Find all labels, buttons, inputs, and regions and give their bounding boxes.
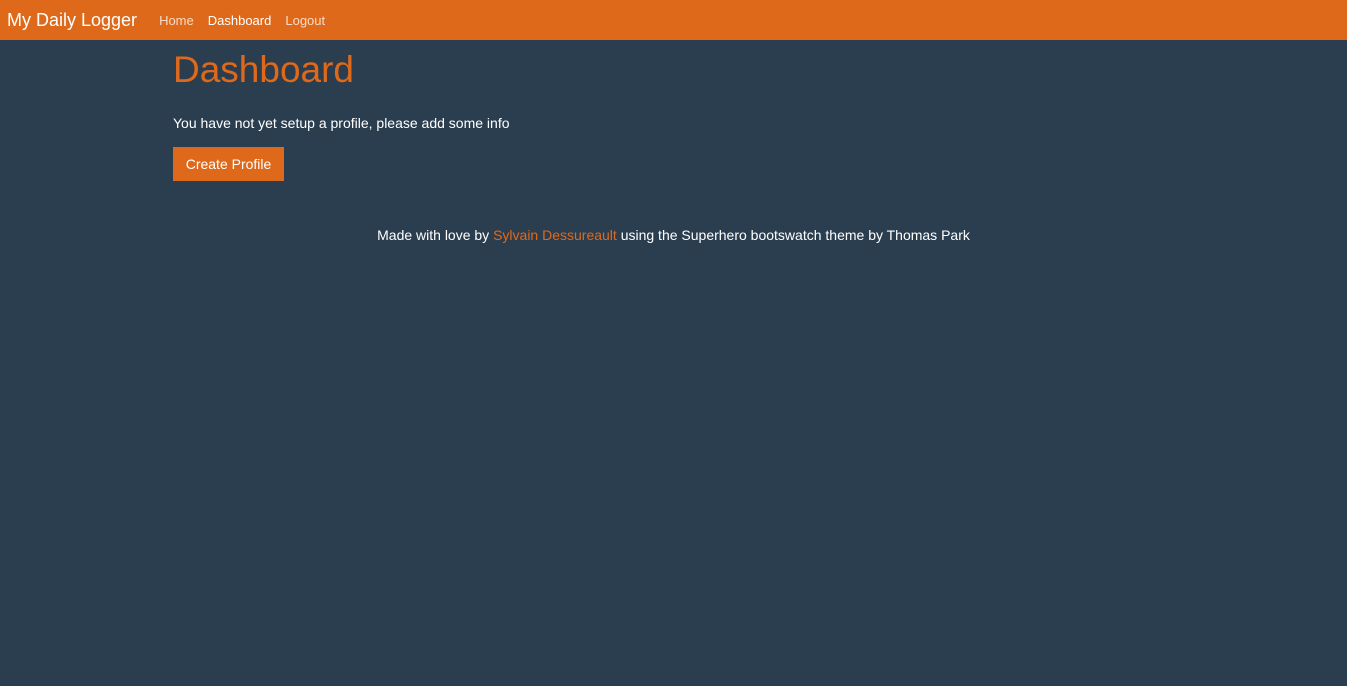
nav-dashboard-link[interactable]: Dashboard [201, 13, 279, 28]
nav-menu: Home Dashboard Logout [152, 13, 332, 28]
profile-missing-message: You have not yet setup a profile, please… [173, 115, 510, 131]
nav-home-link[interactable]: Home [152, 13, 201, 28]
footer: Made with love by Sylvain Dessureault us… [0, 226, 1347, 244]
create-profile-button[interactable]: Create Profile [173, 147, 284, 181]
footer-prefix: Made with love by [377, 227, 494, 243]
nav-logout-link[interactable]: Logout [278, 13, 332, 28]
author-link[interactable]: Sylvain Dessureault [493, 227, 617, 243]
brand-link[interactable]: My Daily Logger [7, 10, 137, 31]
page-title: Dashboard [173, 49, 355, 90]
footer-suffix: using the Superhero bootswatch theme by … [616, 227, 970, 243]
navbar: My Daily Logger Home Dashboard Logout [0, 0, 1347, 40]
